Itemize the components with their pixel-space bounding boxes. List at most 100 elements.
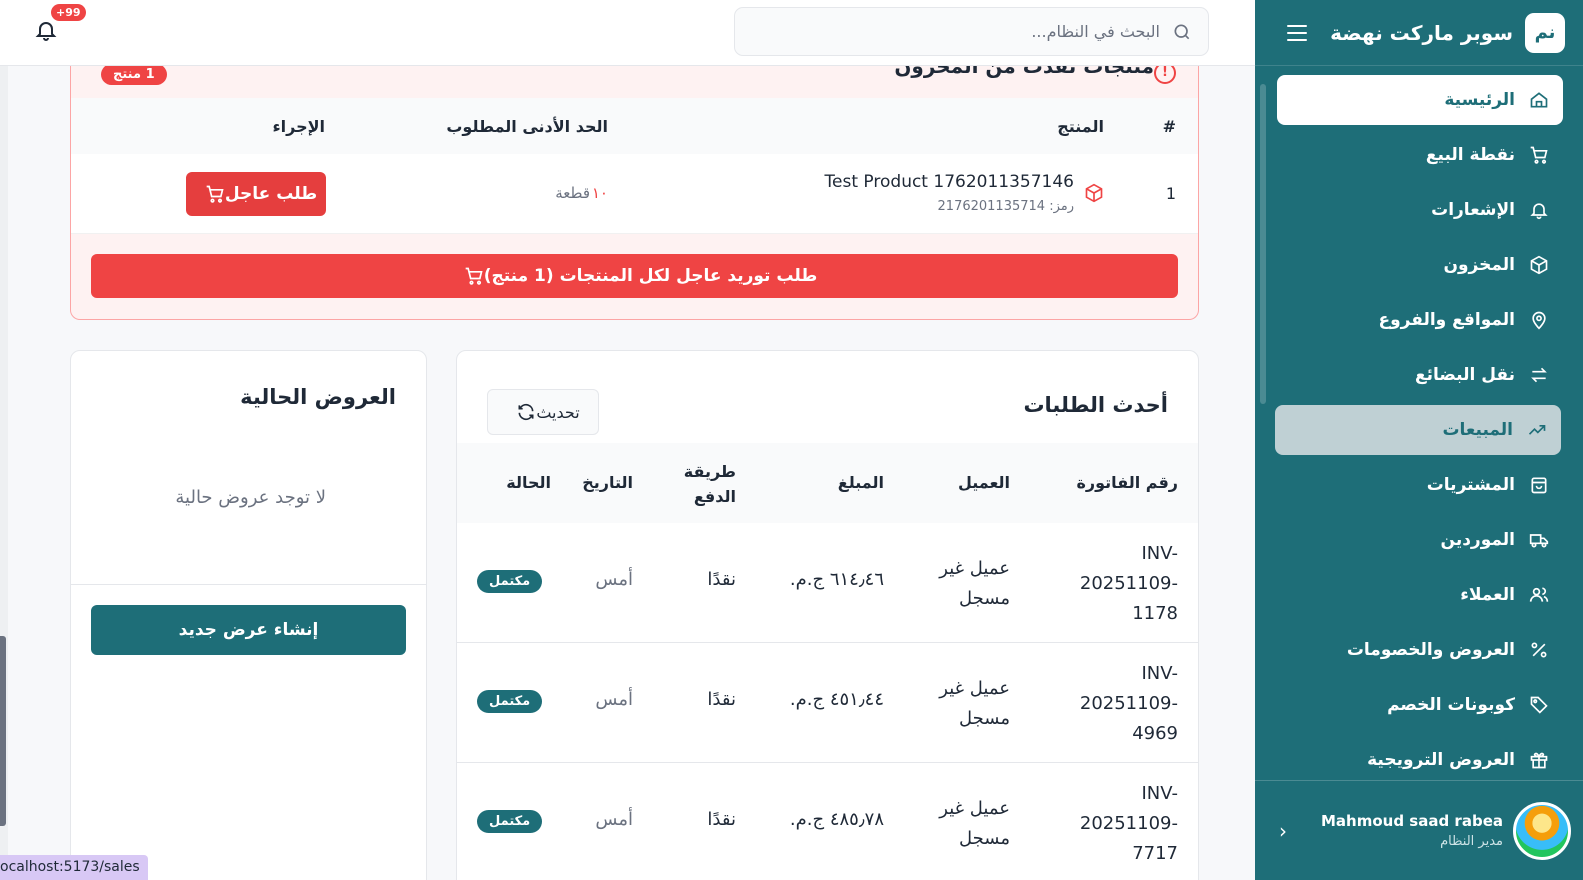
invoice-number: INV- 20251109- 1178 — [1079, 543, 1178, 624]
sidebar-item-label: الرئيسية — [1444, 90, 1515, 110]
sidebar-item-label: المخزون — [1443, 255, 1515, 275]
cart-icon — [465, 267, 483, 285]
divider — [71, 584, 426, 585]
sidebar-item-label: العملاء — [1460, 585, 1515, 605]
urgent-order-button[interactable]: طلب عاجل — [186, 172, 326, 216]
status-badge: مكتمل — [477, 810, 543, 833]
menu-toggle-icon[interactable] — [1287, 24, 1307, 41]
home-icon — [1530, 92, 1548, 108]
sidebar-item-label: كوبونات الخصم — [1387, 695, 1515, 715]
product-box-icon — [1085, 183, 1103, 203]
bulk-urgent-order-button[interactable]: طلب توريد عاجل لكل المنتجات (1 منتج) — [91, 254, 1178, 298]
sidebar-item-label: المشتريات — [1426, 475, 1515, 495]
refresh-label: تحديث — [536, 402, 580, 422]
table-row[interactable]: INV- 20251109- 1178 عميل غير مسجل ٦١٤٫٤٦ ج.… — [457, 523, 1198, 643]
alert-title: منتجات نفدت من المخزون — [894, 66, 1154, 78]
col-customer: العميل — [957, 473, 1010, 492]
sidebar-item-transfer[interactable]: نقل البضائع — [1277, 350, 1563, 400]
cart-icon — [206, 185, 224, 203]
recent-orders-card: أحدث الطلبات تحديث رقم الفاتورة العميل ا… — [456, 350, 1199, 880]
urgent-order-label: طلب عاجل — [224, 184, 318, 204]
status-url-tooltip: ocalhost:5173/sales — [0, 855, 148, 880]
status-badge: مكتمل — [477, 690, 543, 713]
sidebar-item-label: المبيعات — [1442, 420, 1513, 440]
payment-method: نقدًا — [707, 569, 736, 590]
sidebar-item-sales[interactable]: المبيعات — [1275, 405, 1561, 455]
page-scrollbar-thumb[interactable] — [0, 636, 6, 826]
current-offers-card: العروض الحالية لا توجد عروض حالية إنشاء … — [70, 350, 427, 880]
invoice-number: INV- 20251109- 7717 — [1079, 783, 1178, 864]
customer-name: عميل غير مسجل — [939, 798, 1010, 849]
invoice-number: INV- 20251109- 4969 — [1079, 663, 1178, 744]
notifications-bell-icon[interactable] — [34, 18, 58, 42]
sidebar-item-purchases[interactable]: المشتريات — [1277, 460, 1563, 510]
col-invoice: رقم الفاتورة — [1076, 473, 1178, 492]
shopping-bag-icon — [1531, 477, 1547, 494]
sidebar-item-notifications[interactable]: الإشعارات — [1277, 185, 1563, 235]
payment-method: نقدًا — [707, 809, 736, 830]
sidebar: نم سوبر ماركت نهضة الرئيسية نقطة البيع ا… — [1255, 0, 1583, 880]
app-logo: نم — [1525, 12, 1565, 53]
offers-title: العروض الحالية — [240, 385, 396, 409]
cart-icon — [1530, 146, 1548, 164]
col-amount: المبلغ — [837, 473, 884, 492]
refresh-icon — [518, 403, 534, 421]
product-name: Test Product 1762011357146 — [824, 172, 1074, 192]
transfer-icon — [1531, 367, 1547, 383]
status-badge: مكتمل — [477, 570, 543, 593]
create-offer-button[interactable]: إنشاء عرض جديد — [91, 605, 406, 655]
percent-icon — [1531, 642, 1547, 658]
box-icon — [1530, 255, 1548, 275]
page-scrollbar[interactable] — [0, 66, 8, 880]
sidebar-item-suppliers[interactable]: الموردين — [1277, 515, 1563, 565]
col-date: التاريخ — [582, 473, 633, 492]
offers-empty-text: لا توجد عروض حالية — [175, 487, 326, 508]
col-payment: طريقة الدفع — [683, 462, 736, 506]
chevron-left-icon[interactable]: ‹ — [1279, 819, 1287, 843]
sidebar-item-pos[interactable]: نقطة البيع — [1277, 130, 1563, 180]
min-qty: ١٠ — [591, 184, 608, 202]
payment-method: نقدًا — [707, 689, 736, 710]
users-icon — [1529, 587, 1549, 602]
search-icon — [1174, 24, 1190, 39]
order-amount: ٦١٤٫٤٦ ج.م. — [789, 569, 884, 590]
trending-up-icon — [1528, 425, 1546, 435]
avatar — [1513, 801, 1571, 860]
alert-table-header: # المنتج الحد الأدنى المطلوب الإجراء — [71, 98, 1198, 154]
order-date: أمس — [595, 809, 633, 830]
orders-title: أحدث الطلبات — [1023, 393, 1168, 417]
bell-icon — [1530, 203, 1548, 220]
user-name: Mahmoud saad rabea — [1321, 812, 1503, 830]
product-code: رمز: 2176201135714 — [937, 199, 1074, 214]
user-info: Mahmoud saad rabea مدير النظام — [1287, 812, 1503, 849]
order-date: أمس — [595, 569, 633, 590]
sidebar-item-label: الإشعارات — [1431, 200, 1515, 220]
sidebar-item-home[interactable]: الرئيسية — [1277, 75, 1563, 125]
alert-circle-icon: ! — [1154, 66, 1176, 84]
refresh-button[interactable]: تحديث — [487, 389, 599, 435]
sidebar-item-label: العروض الترويجية — [1367, 750, 1515, 770]
search-bar[interactable]: البحث في النظام... — [734, 7, 1209, 56]
sidebar-item-label: العروض والخصومات — [1346, 640, 1515, 660]
col-status: الحالة — [506, 473, 551, 492]
sidebar-item-label: الموردين — [1440, 530, 1515, 550]
bulk-urgent-order-label: طلب توريد عاجل لكل المنتجات (1 منتج) — [483, 266, 818, 286]
sidebar-item-offers[interactable]: العروض والخصومات — [1277, 625, 1563, 675]
col-min: الحد الأدنى المطلوب — [446, 117, 608, 136]
sidebar-item-inventory[interactable]: المخزون — [1277, 240, 1563, 290]
customer-name: عميل غير مسجل — [939, 558, 1010, 609]
sidebar-item-promotions[interactable]: العروض الترويجية — [1277, 735, 1563, 785]
top-bar: البحث في النظام... +99 — [0, 0, 1255, 66]
sidebar-item-locations[interactable]: المواقع والفروع — [1277, 295, 1563, 345]
user-panel[interactable]: Mahmoud saad rabea مدير النظام ‹ — [1255, 780, 1583, 880]
sidebar-item-coupons[interactable]: كوبونات الخصم — [1277, 680, 1563, 730]
sidebar-header: نم سوبر ماركت نهضة — [1255, 0, 1583, 66]
sidebar-item-customers[interactable]: العملاء — [1277, 570, 1563, 620]
alert-count-badge: 1 منتج — [101, 66, 167, 85]
table-row[interactable]: INV- 20251109- 7717 عميل غير مسجل ٤٨٥٫٧٨ ج.… — [457, 763, 1198, 880]
search-input[interactable]: البحث في النظام... — [1031, 22, 1160, 41]
order-amount: ٤٥١٫٤٤ ج.م. — [789, 689, 884, 710]
orders-table-header: رقم الفاتورة العميل المبلغ طريقة الدفع ا… — [457, 443, 1198, 523]
table-row[interactable]: INV- 20251109- 4969 عميل غير مسجل ٤٥١٫٤٤ ج.… — [457, 643, 1198, 763]
customer-name: عميل غير مسجل — [939, 678, 1010, 729]
